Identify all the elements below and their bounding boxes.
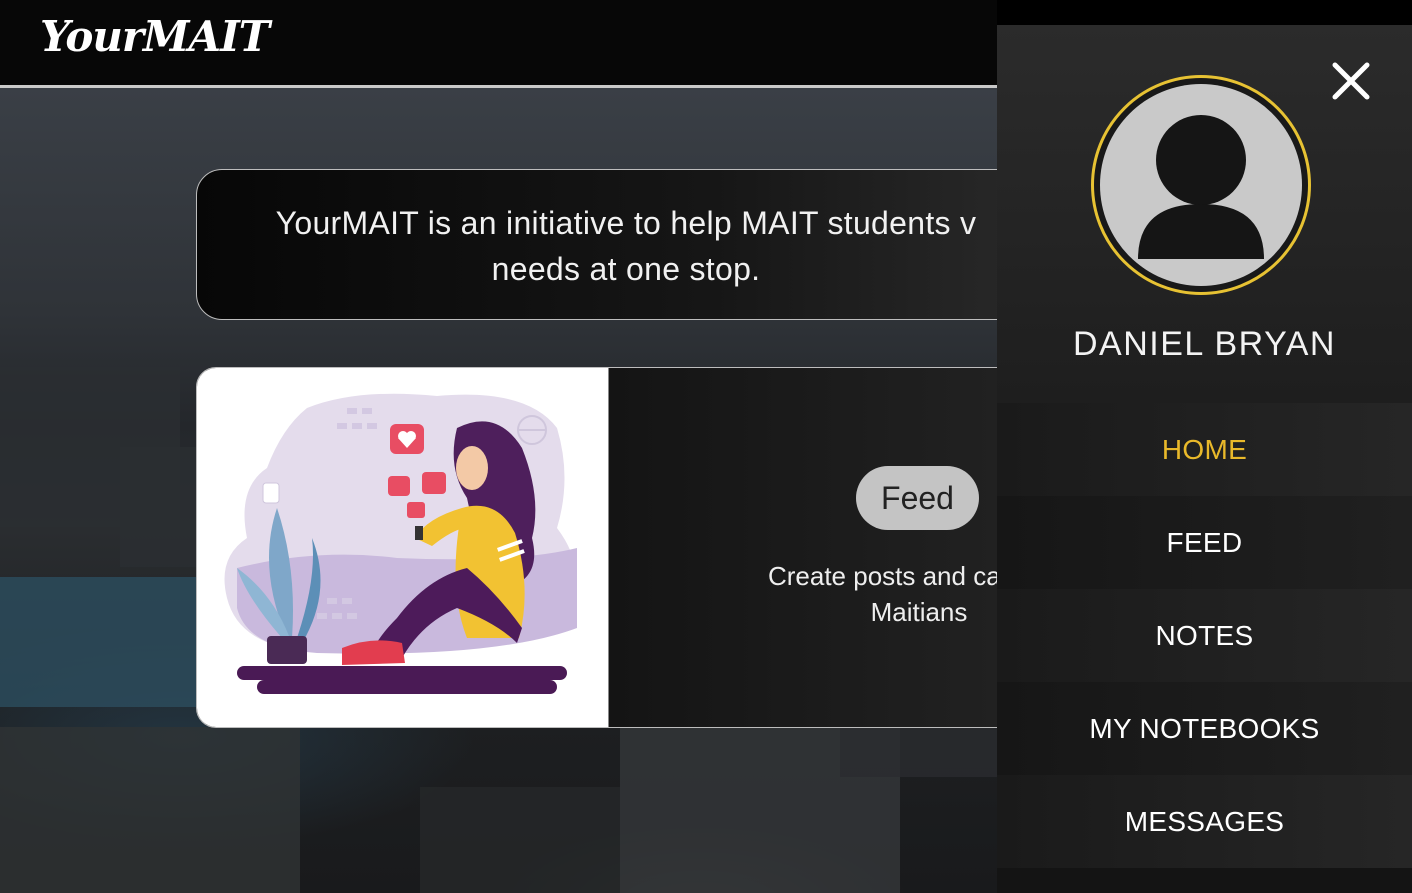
feed-description-line2: Maitians <box>870 597 968 627</box>
feed-feature-content: Feed Create posts and catch lat Maitians <box>609 368 1055 727</box>
feed-description: Create posts and catch lat Maitians <box>629 558 1056 630</box>
top-navbar: YourMAIT <box>0 0 997 88</box>
drawer-top-strip <box>997 0 1412 25</box>
app-logo[interactable]: YourMAIT <box>40 12 270 61</box>
avatar[interactable] <box>1091 75 1311 295</box>
nav-item-my-notebooks[interactable]: MY NOTEBOOKS <box>997 682 1412 775</box>
feed-illustration <box>197 368 609 727</box>
nav-item-messages[interactable]: MESSAGES <box>997 775 1412 868</box>
feed-feature-card: Feed Create posts and catch lat Maitians <box>196 367 1056 728</box>
feed-description-line1: Create posts and catch lat <box>767 561 1056 591</box>
intro-text-line2: needs at one stop. <box>491 251 761 287</box>
drawer-profile-header: DANIEL BRYAN <box>997 25 1412 403</box>
close-icon[interactable] <box>1331 61 1371 101</box>
nav-item-notes[interactable]: NOTES <box>997 589 1412 682</box>
intro-banner: YourMAIT is an initiative to help MAIT s… <box>196 169 1056 320</box>
side-drawer: DANIEL BRYAN HOME FEED NOTES MY NOTEBOOK… <box>997 0 1412 893</box>
nav-item-feed[interactable]: FEED <box>997 496 1412 589</box>
nav-item-home[interactable]: HOME <box>997 403 1412 496</box>
intro-text-line1: YourMAIT is an initiative to help MAIT s… <box>275 205 977 241</box>
user-name: DANIEL BRYAN <box>1072 325 1336 363</box>
user-avatar-icon <box>1100 84 1302 286</box>
feed-button[interactable]: Feed <box>856 466 979 530</box>
